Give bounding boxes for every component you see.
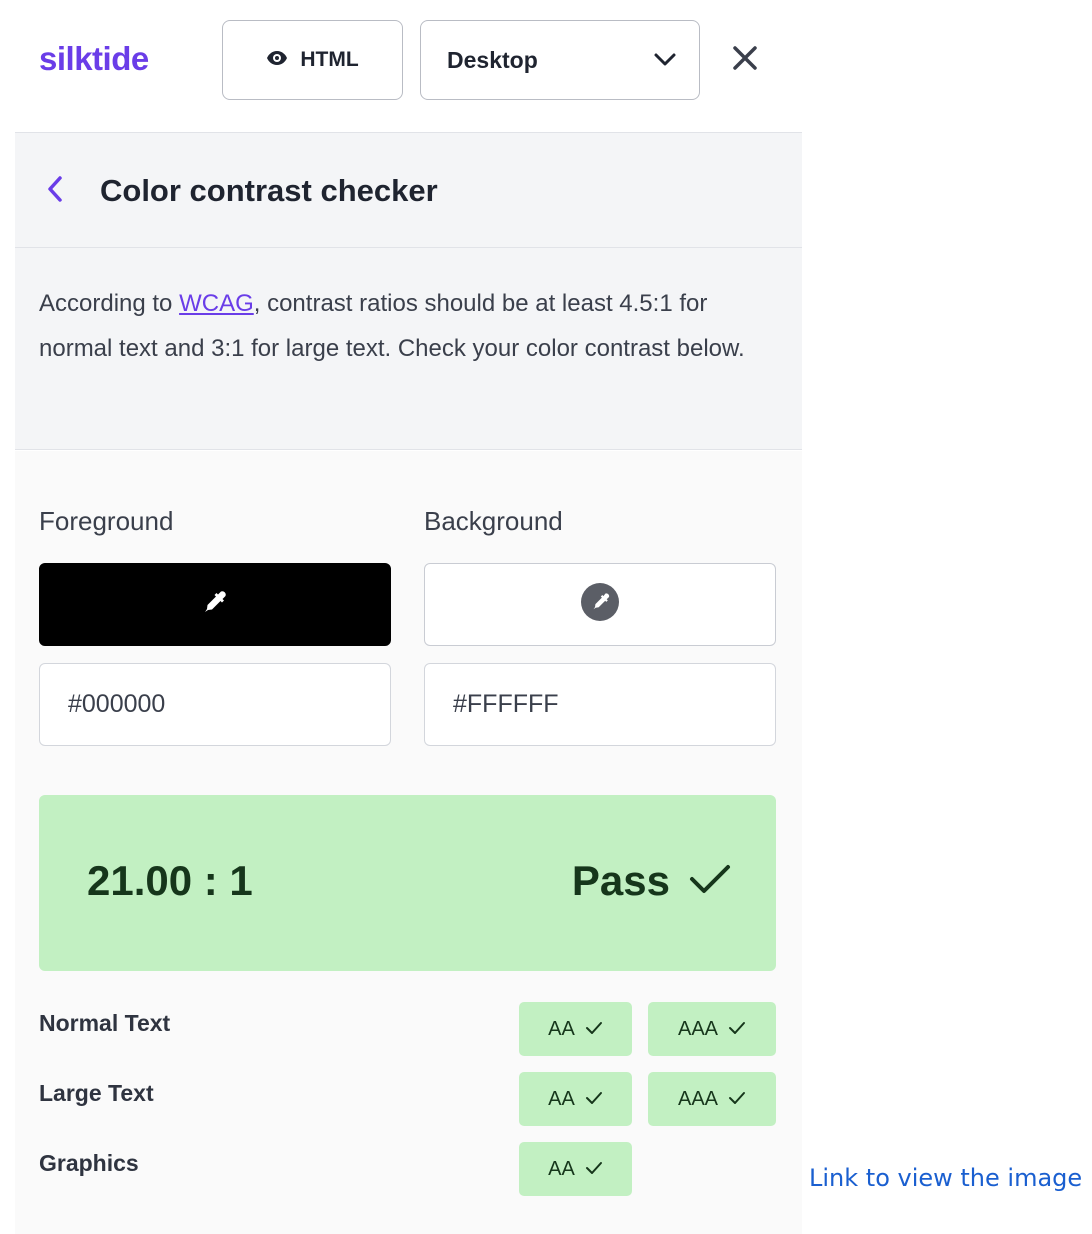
check-icon — [585, 1158, 603, 1181]
pass-label: Pass — [571, 857, 670, 904]
html-view-button[interactable]: HTML — [222, 20, 403, 100]
background-label: Background — [424, 506, 563, 536]
chevron-down-icon — [653, 47, 677, 74]
eyedropper-icon — [202, 589, 228, 620]
contrast-result: 21.00 : 1 Pass — [39, 795, 776, 971]
check-icon — [728, 1088, 746, 1111]
contrast-checker-panel: silktide HTML Desktop Color contrast che… — [15, 0, 802, 1234]
large-text-aa-badge: AA — [519, 1072, 632, 1126]
eyedropper-icon — [580, 582, 620, 627]
normal-text-aaa-badge: AAA — [648, 1002, 776, 1056]
device-select-value: Desktop — [447, 46, 538, 73]
graphics-label: Graphics — [39, 1150, 139, 1176]
background-color-swatch[interactable] — [424, 563, 776, 646]
wcag-link[interactable]: WCAG — [179, 290, 254, 317]
pass-status: Pass — [572, 857, 732, 905]
badge-label: AAA — [677, 1087, 719, 1110]
badge-label: AAA — [677, 1017, 719, 1040]
check-icon — [585, 1018, 603, 1041]
contrast-ratio: 21.00 : 1 — [87, 857, 253, 904]
device-select[interactable]: Desktop — [420, 20, 700, 100]
close-button[interactable] — [725, 40, 765, 80]
wcag-description: According to WCAG, contrast ratios shoul… — [15, 248, 802, 450]
badge-label: AA — [548, 1017, 575, 1040]
badge-label: AA — [548, 1157, 575, 1180]
check-icon — [728, 1018, 746, 1041]
view-image-link[interactable]: Link to view the image — [809, 1164, 1082, 1192]
normal-text-aa-badge: AA — [519, 1002, 632, 1056]
back-button[interactable] — [37, 171, 73, 211]
page-header: Color contrast checker — [15, 132, 802, 248]
badge-label: AA — [548, 1087, 575, 1110]
large-text-label: Large Text — [39, 1080, 154, 1106]
foreground-color-swatch[interactable] — [39, 563, 391, 646]
color-picker-area: Foreground Background 21.00 : 1 Pass Nor — [15, 451, 802, 1234]
graphics-aa-badge: AA — [519, 1142, 632, 1196]
eye-icon — [266, 48, 288, 72]
close-icon — [732, 45, 758, 76]
background-hex-input[interactable] — [424, 663, 776, 746]
html-view-label: HTML — [300, 48, 359, 71]
foreground-label: Foreground — [39, 506, 174, 536]
page-title: Color contrast checker — [100, 173, 438, 208]
silktide-logo: silktide — [39, 40, 149, 77]
normal-text-label: Normal Text — [39, 1010, 171, 1036]
description-text-start: According to — [39, 290, 180, 317]
check-icon — [585, 1088, 603, 1111]
chevron-left-icon — [46, 175, 64, 208]
foreground-hex-input[interactable] — [39, 663, 391, 746]
large-text-aaa-badge: AAA — [648, 1072, 776, 1126]
check-icon — [688, 857, 732, 905]
